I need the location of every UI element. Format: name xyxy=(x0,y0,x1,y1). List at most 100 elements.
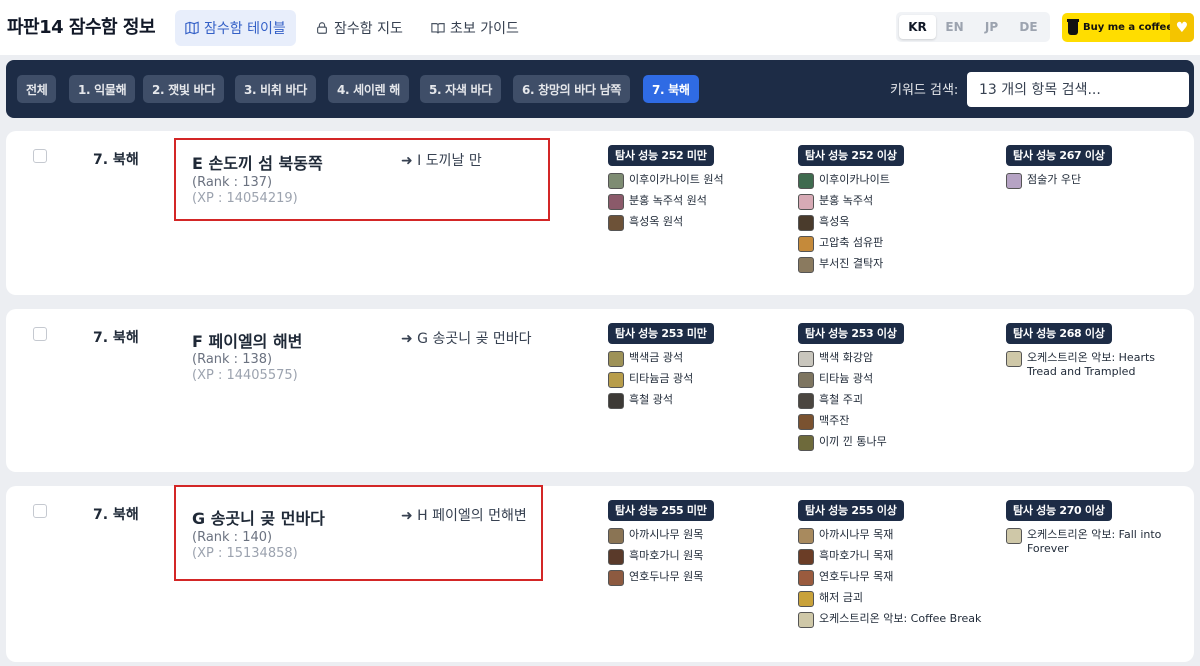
ore-icon xyxy=(798,372,814,388)
music-sheet-icon xyxy=(1006,351,1022,367)
gem-icon xyxy=(798,215,814,231)
gold-ingot-icon xyxy=(798,591,814,607)
reward-item: 티타늄금 광석 xyxy=(608,372,788,388)
reward-item: 이끼 낀 통나무 xyxy=(798,435,988,451)
filter-chip-sea-1[interactable]: 1. 익물해 xyxy=(69,75,136,103)
filter-chip-sea-3[interactable]: 3. 비취 바다 xyxy=(235,75,317,103)
filter-chip-sea-4[interactable]: 4. 세이렌 해 xyxy=(328,75,410,103)
filter-chip-sea-6[interactable]: 6. 창망의 바다 남쪽 xyxy=(513,75,631,103)
lang-en[interactable]: EN xyxy=(936,15,973,39)
spot-xp: (XP : 14054219) xyxy=(192,191,298,206)
next-spot: ➜ I 도끼날 만 xyxy=(401,153,482,169)
lang-jp[interactable]: JP xyxy=(973,15,1010,39)
reward-item: 백색금 광석 xyxy=(608,351,788,367)
top-header: 파판14 잠수함 정보 잠수함 테이블 잠수함 지도 초보 가이드 KR EN … xyxy=(0,0,1200,55)
spot-rank: (Rank : 138) xyxy=(192,352,273,367)
row-checkbox[interactable] xyxy=(33,149,47,163)
tier-badge: 탐사 성능 255 이상 xyxy=(798,500,904,521)
reward-item: 흑마호가니 목재 xyxy=(798,549,988,565)
gem-icon xyxy=(798,173,814,189)
reward-item: 이후이카나이트 원석 xyxy=(608,173,788,189)
sea-name: 7. 북해 xyxy=(93,152,139,168)
reward-tier: 탐사 성능 267 이상 점술가 우단 xyxy=(1006,144,1176,189)
tier-badge: 탐사 성능 253 미만 xyxy=(608,323,714,344)
table-row: 7. 북해 G 송곳니 곶 먼바다 (Rank : 140) (XP : 151… xyxy=(6,485,1194,662)
spot-rank: (Rank : 137) xyxy=(192,175,273,190)
spot-name: G 송곳니 곶 먼바다 xyxy=(192,509,325,528)
map-icon xyxy=(185,21,199,35)
row-checkbox[interactable] xyxy=(33,327,47,341)
reward-item: 연호두나무 원목 xyxy=(608,570,788,586)
reward-item: 아까시나무 목재 xyxy=(798,528,988,544)
ore-icon xyxy=(608,173,624,189)
ore-icon xyxy=(608,372,624,388)
filter-chip-all[interactable]: 전체 xyxy=(17,75,57,103)
keyword-search-label: 키워드 검색: xyxy=(890,83,959,98)
filter-chip-sea-2[interactable]: 2. 잿빛 바다 xyxy=(143,75,225,103)
spot-xp: (XP : 14405575) xyxy=(192,368,298,383)
filter-chip-sea-7[interactable]: 7. 북해 xyxy=(643,75,699,103)
reward-tier: 탐사 성능 252 미만 이후이카나이트 원석 분홍 녹주석 원석 흑성옥 원석 xyxy=(608,144,788,231)
reward-item: 오케스트리온 악보: Hearts Tread and Trampled xyxy=(1006,351,1176,379)
tier-badge: 탐사 성능 253 이상 xyxy=(798,323,904,344)
lock-icon xyxy=(317,22,327,34)
sea-name: 7. 북해 xyxy=(93,330,139,346)
music-sheet-icon xyxy=(798,612,814,628)
lang-kr[interactable]: KR xyxy=(899,15,936,39)
reward-item: 분홍 녹주석 xyxy=(798,194,988,210)
row-checkbox[interactable] xyxy=(33,504,47,518)
reward-item: 흑마호가니 원목 xyxy=(608,549,788,565)
heart-icon: ♥ xyxy=(1170,13,1194,42)
filter-chip-sea-5[interactable]: 5. 자색 바다 xyxy=(420,75,502,103)
reward-item: 이후이카나이트 xyxy=(798,173,988,189)
nav-submarine-map[interactable]: 잠수함 지도 xyxy=(305,10,413,46)
nav-submarine-table[interactable]: 잠수함 테이블 xyxy=(175,10,296,46)
lumber-icon xyxy=(798,549,814,565)
reward-item: 맥주잔 xyxy=(798,414,988,430)
nav-label: 초보 가이드 xyxy=(450,21,519,37)
log-icon xyxy=(608,570,624,586)
lang-de[interactable]: DE xyxy=(1010,15,1047,39)
reward-item: 티타늄 광석 xyxy=(798,372,988,388)
tier-badge: 탐사 성능 270 이상 xyxy=(1006,500,1112,521)
spot-xp: (XP : 15134858) xyxy=(192,546,298,561)
reward-tier: 탐사 성능 255 이상 아까시나무 목재 흑마호가니 목재 연호두나무 목재 … xyxy=(798,499,988,628)
lumber-icon xyxy=(798,570,814,586)
sea-name: 7. 북해 xyxy=(93,507,139,523)
keyword-search-input[interactable] xyxy=(967,72,1189,107)
mug-icon xyxy=(798,414,814,430)
coffee-cup-icon xyxy=(1067,18,1079,35)
tier-badge: 탐사 성능 267 이상 xyxy=(1006,145,1112,166)
stone-icon xyxy=(798,351,814,367)
next-spot: ➜ H 페이엘의 먼해변 xyxy=(401,508,527,524)
reward-tier: 탐사 성능 270 이상 오케스트리온 악보: Fall into Foreve… xyxy=(1006,499,1176,556)
reward-item: 오케스트리온 악보: Fall into Forever xyxy=(1006,528,1176,556)
reward-item: 흑성옥 xyxy=(798,215,988,231)
reward-tier: 탐사 성능 255 미만 아까시나무 원목 흑마호가니 원목 연호두나무 원목 xyxy=(608,499,788,586)
reward-item: 오케스트리온 악보: Coffee Break xyxy=(798,612,988,628)
site-title[interactable]: 파판14 잠수함 정보 xyxy=(7,13,156,39)
reward-tier: 탐사 성능 253 이상 백색 화강암 티타늄 광석 흑철 주괴 맥주잔 이끼 … xyxy=(798,322,988,451)
nav-beginner-guide[interactable]: 초보 가이드 xyxy=(421,10,529,46)
reward-tier: 탐사 성능 268 이상 오케스트리온 악보: Hearts Tread and… xyxy=(1006,322,1176,379)
table-row: 7. 북해 E 손도끼 섬 북동쪽 (Rank : 137) (XP : 140… xyxy=(6,131,1194,295)
tier-badge: 탐사 성능 252 이상 xyxy=(798,145,904,166)
spot-name: F 페이엘의 해변 xyxy=(192,332,303,351)
reward-item: 해저 금괴 xyxy=(798,591,988,607)
reward-item: 흑철 광석 xyxy=(608,393,788,409)
tier-badge: 탐사 성능 268 이상 xyxy=(1006,323,1112,344)
reward-item: 분홍 녹주석 원석 xyxy=(608,194,788,210)
ingot-icon xyxy=(798,393,814,409)
log-icon xyxy=(608,528,624,544)
reward-item: 고압축 섬유판 xyxy=(798,236,988,252)
ore-icon xyxy=(608,215,624,231)
tier-badge: 탐사 성능 255 미만 xyxy=(608,500,714,521)
sea-filter-bar: 전체 1. 익물해 2. 잿빛 바다 3. 비취 바다 4. 세이렌 해 5. … xyxy=(6,60,1194,118)
gem-icon xyxy=(798,194,814,210)
buy-me-a-coffee-button[interactable]: Buy me a coffee ♥ xyxy=(1062,13,1194,42)
ore-icon xyxy=(608,393,624,409)
nav-label: 잠수함 지도 xyxy=(334,21,403,37)
ore-icon xyxy=(608,351,624,367)
lumber-icon xyxy=(798,528,814,544)
reward-item: 부서진 결탁자 xyxy=(798,257,988,273)
